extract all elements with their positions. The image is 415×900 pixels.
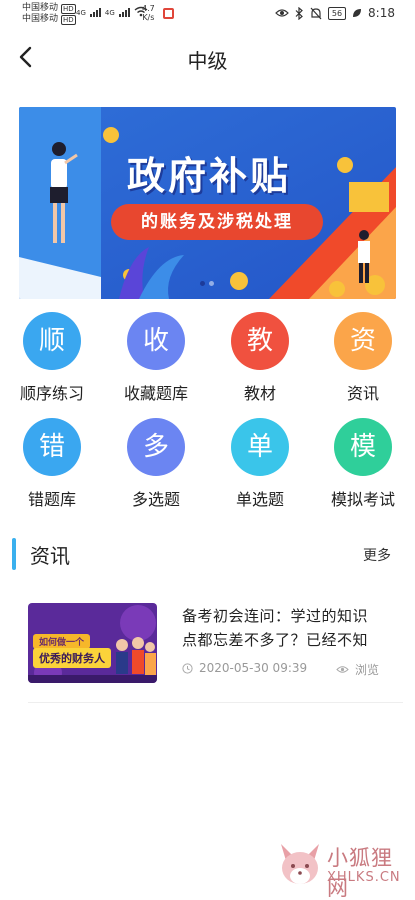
battery-level: 56 <box>327 6 347 20</box>
status-bar: 中国移动 HD 中国移动 HD 4G 4G 4.7 K/s 56 8:18 <box>0 0 415 30</box>
banner-illustration <box>19 107 396 299</box>
grid-item-label: 顺序练习 <box>19 384 84 403</box>
grid-item-label: 多选题 <box>131 490 180 509</box>
network-2-label: 4G <box>104 9 115 17</box>
grid-item-label: 模拟考试 <box>330 490 395 509</box>
multiple-choice-icon: 多 <box>127 418 185 476</box>
clock-icon <box>182 662 193 674</box>
grid-item-favorites[interactable]: 收 收藏题库 <box>104 312 208 404</box>
status-right: 56 8:18 <box>275 6 395 20</box>
eye-icon <box>275 9 289 17</box>
list-divider <box>28 702 403 703</box>
grid-item-single-choice[interactable]: 单 单选题 <box>208 418 312 510</box>
news-icon: 资 <box>334 312 392 370</box>
grid-item-wrong-questions[interactable]: 错 错题库 <box>0 418 104 510</box>
more-link[interactable]: 更多 <box>363 545 391 565</box>
carousel-dot <box>200 281 205 286</box>
hd-badge: HD <box>61 14 76 25</box>
thumbnail-tag: 如何做一个 <box>33 634 91 649</box>
news-views: 浏览 <box>336 661 379 678</box>
textbook-icon: 教 <box>231 312 289 370</box>
carousel-dot <box>209 281 214 286</box>
leaf-icon <box>353 9 362 17</box>
news-date: 2020-05-30 09:39 <box>182 661 307 675</box>
news-list-item[interactable]: 如何做一个 优秀的财务人 备考初会连问：学过的知识点都忘差不多了？已经不知 20… <box>0 596 415 702</box>
grid-item-mock-exam[interactable]: 模 模拟考试 <box>311 418 415 510</box>
grid-item-sequential-practice[interactable]: 顺 顺序练习 <box>0 312 104 404</box>
site-watermark: 小狐狸网 XHLKS.CN <box>275 838 410 900</box>
grid-item-multiple-choice[interactable]: 多 多选题 <box>104 418 208 510</box>
mute-bell-icon <box>310 7 322 19</box>
favorites-icon: 收 <box>127 312 185 370</box>
fox-logo-icon <box>281 844 319 884</box>
grid-item-label: 收藏题库 <box>123 384 188 403</box>
page-title: 中级 <box>187 49 228 73</box>
single-choice-icon: 单 <box>231 418 289 476</box>
speed-value: 4.7 <box>142 4 155 13</box>
sequential-practice-icon: 顺 <box>23 312 81 370</box>
grid-item-news[interactable]: 资 资讯 <box>311 312 415 404</box>
signal-indicators: 4G 4G <box>76 6 148 17</box>
mock-exam-icon: 模 <box>334 418 392 476</box>
wrong-questions-icon: 错 <box>23 418 81 476</box>
grid-item-label: 错题库 <box>27 490 76 509</box>
app-header: 中级 <box>0 36 415 80</box>
grid-item-label: 教材 <box>243 384 276 403</box>
banner-title: 政府补贴 <box>127 154 292 198</box>
promo-banner[interactable]: 政府补贴 的账务及涉税处理 <box>19 107 396 299</box>
carrier-2-label: 中国移动 <box>22 14 59 24</box>
signal-icon <box>89 8 101 17</box>
bluetooth-icon <box>295 6 303 20</box>
eye-icon <box>336 666 349 673</box>
speed-unit: K/s <box>142 13 155 22</box>
carrier-info: 中国移动 HD 中国移动 HD <box>22 3 76 25</box>
network-1-label: 4G <box>76 9 86 17</box>
news-section-header: 资讯 更多 <box>0 536 415 572</box>
news-section-title: 资讯 <box>30 544 70 568</box>
signal-icon <box>118 8 130 17</box>
grid-item-textbook[interactable]: 教 教材 <box>208 312 312 404</box>
watermark-name-en: XHLKS.CN <box>327 870 401 885</box>
notification-app-icon <box>163 8 174 19</box>
news-thumbnail: 如何做一个 优秀的财务人 <box>28 603 157 683</box>
clock: 8:18 <box>368 6 395 20</box>
banner-subtitle: 的账务及涉税处理 <box>111 204 323 240</box>
carrier-1-label: 中国移动 <box>22 3 59 13</box>
thumbnail-caption: 优秀的财务人 <box>33 648 111 668</box>
section-accent-bar <box>12 538 16 570</box>
news-headline: 备考初会连问：学过的知识点都忘差不多了？已经不知 <box>182 607 369 649</box>
network-speed: 4.7 K/s <box>142 4 155 22</box>
grid-item-label: 单选题 <box>235 490 284 509</box>
hd-badge: HD <box>61 3 76 14</box>
carousel-indicator <box>200 281 214 286</box>
news-datetime: 2020-05-30 09:39 <box>199 661 308 675</box>
views-label: 浏览 <box>354 663 379 677</box>
grid-item-label: 资讯 <box>346 384 379 403</box>
